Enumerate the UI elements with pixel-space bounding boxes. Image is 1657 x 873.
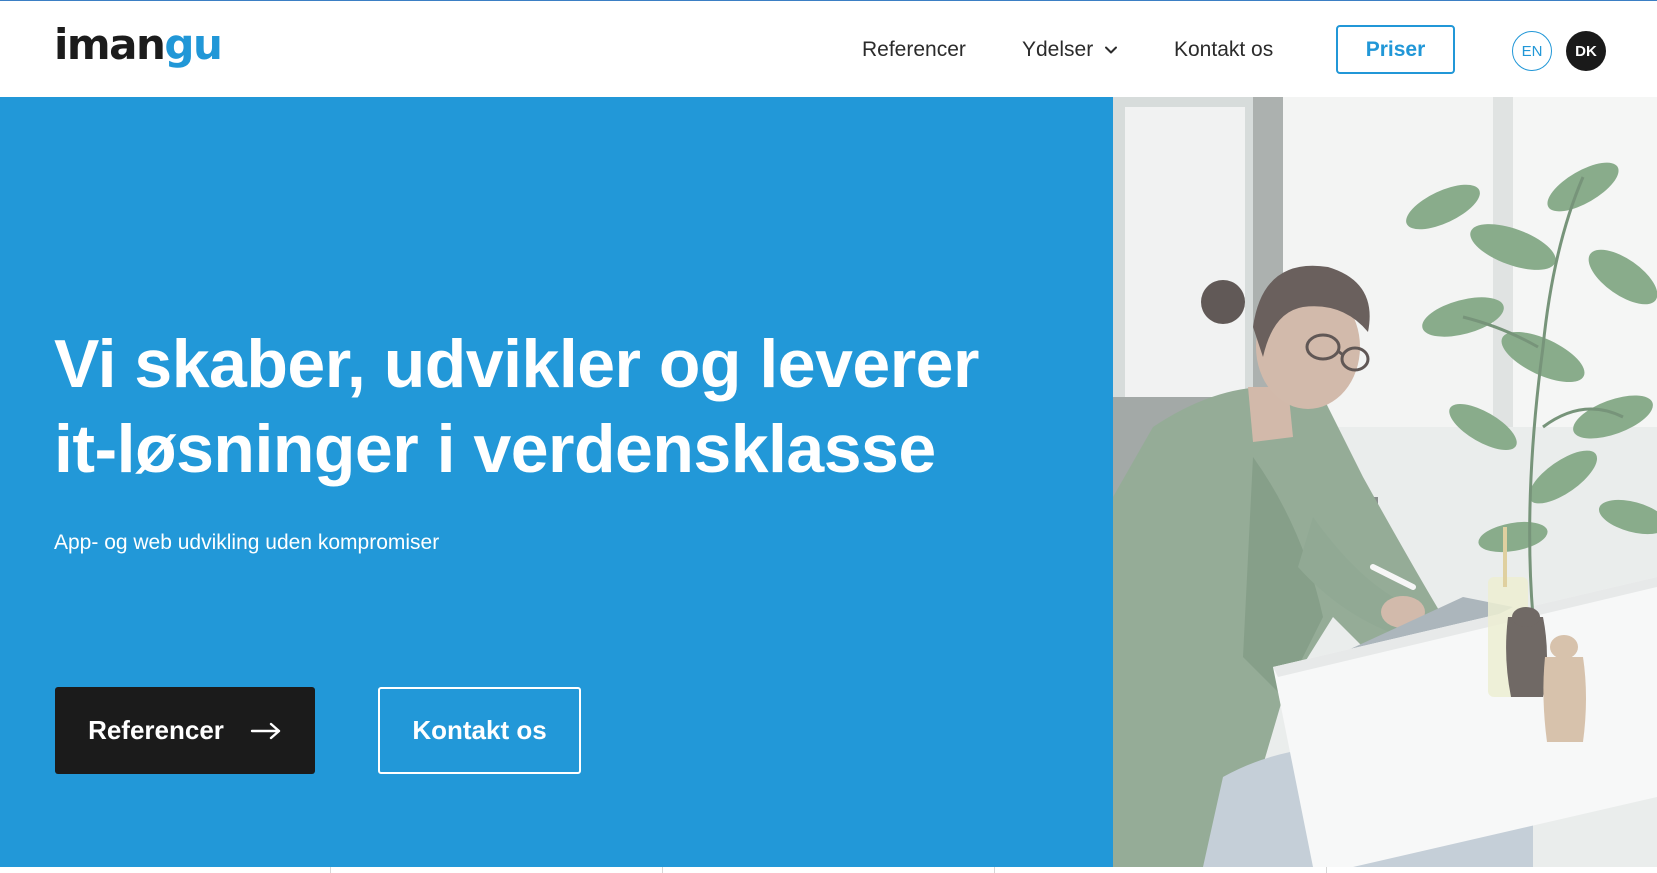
divider — [994, 867, 995, 873]
divider — [330, 867, 331, 873]
logo[interactable]: imangu — [54, 19, 223, 71]
referencer-button-label: Referencer — [88, 715, 224, 745]
nav-kontakt[interactable]: Kontakt os — [1174, 36, 1273, 64]
hero-subline: App- og web udvikling uden kompromiser — [54, 531, 440, 554]
divider — [1326, 867, 1327, 873]
logo-text-dark: iman — [54, 20, 166, 69]
hero-headline-line2: it-løsninger i verdensklasse — [54, 411, 936, 487]
chevron-down-icon — [1105, 46, 1118, 54]
woman-writing-photo — [1113, 97, 1657, 867]
divider — [662, 867, 663, 873]
referencer-button[interactable]: Referencer — [55, 687, 315, 774]
arrow-right-icon — [250, 722, 281, 739]
hero-headline-line1: Vi skaber, udvikler og leverer — [54, 326, 979, 402]
hero-headline: Vi skaber, udvikler og leverer it-løsnin… — [54, 322, 1094, 492]
nav-referencer[interactable]: Referencer — [862, 36, 966, 64]
kontakt-button[interactable]: Kontakt os — [378, 687, 581, 774]
hero-section: Vi skaber, udvikler og leverer it-løsnin… — [0, 97, 1113, 867]
site-header: imangu Referencer Ydelser Kontakt os Pri… — [0, 1, 1657, 97]
logo-text-blue: gu — [164, 20, 222, 69]
language-en-button[interactable]: EN — [1512, 31, 1552, 71]
hero-photo — [1113, 97, 1657, 867]
nav-ydelser[interactable]: Ydelser — [1022, 36, 1119, 64]
priser-button[interactable]: Priser — [1336, 25, 1455, 74]
language-dk-button[interactable]: DK — [1566, 31, 1606, 71]
nav-ydelser-label: Ydelser — [1022, 38, 1094, 61]
bottom-strip — [0, 867, 1657, 873]
